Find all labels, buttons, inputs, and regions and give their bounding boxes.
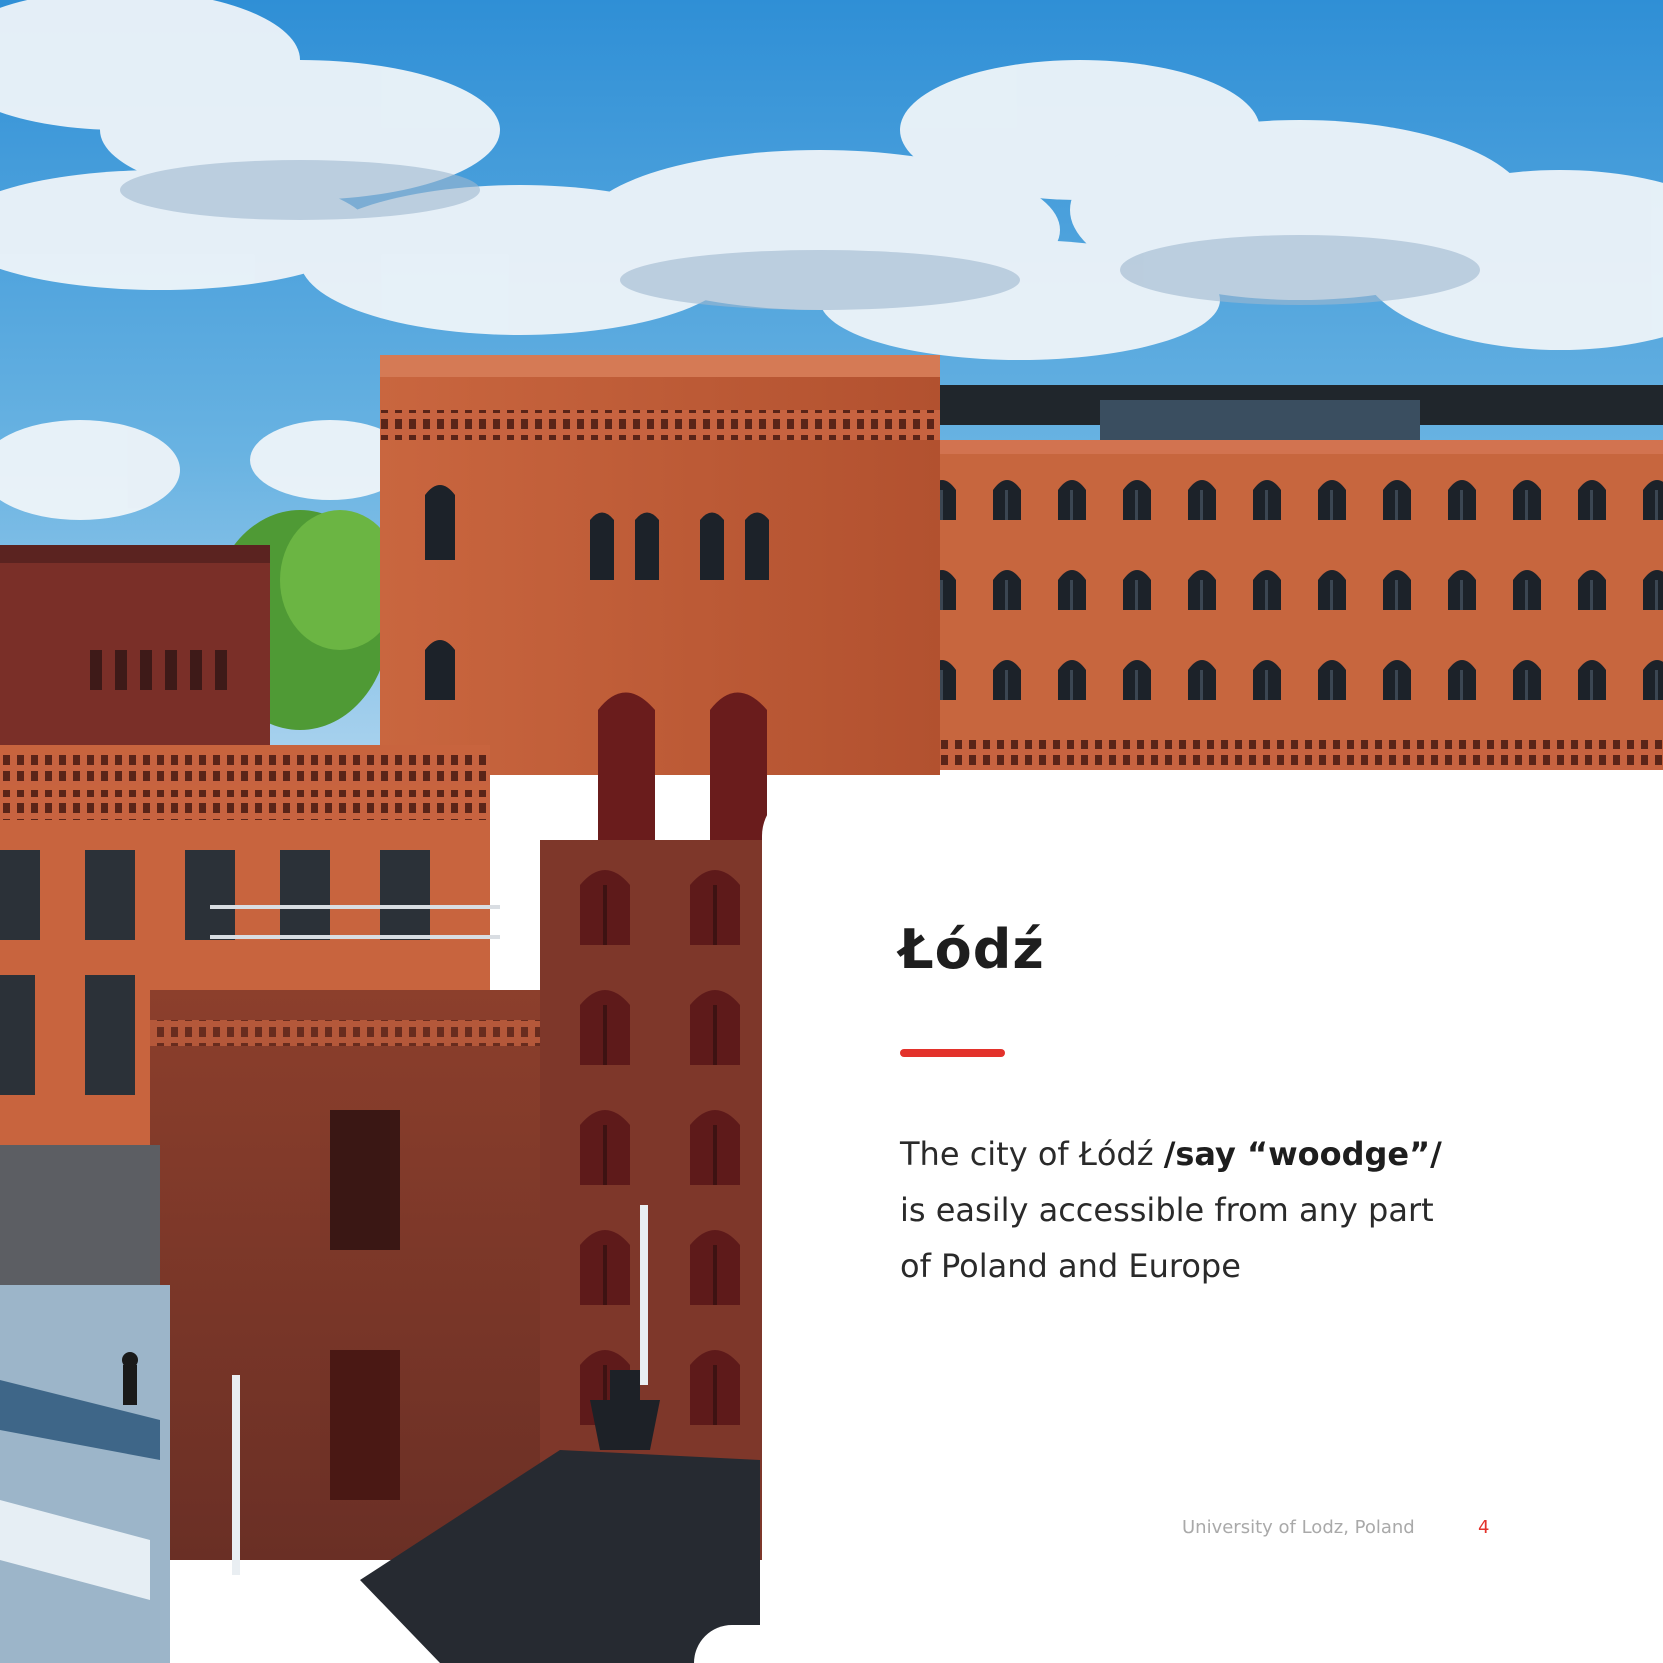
pronunciation-guide: /say “woodge”/ [1163,1135,1442,1173]
footer-organization: University of Lodz, Poland [1182,1517,1415,1538]
page-number: 4 [1478,1517,1490,1538]
title-underline [900,1049,1005,1057]
intro-line3-text: of Poland and Europe [900,1247,1241,1285]
intro-line2-text: is easily accessible from any part [900,1191,1434,1229]
intro-line1-text: The city of Łódź [900,1135,1164,1173]
brochure-page: Łódź The city of Łódź /say “woodge”/ is … [0,0,1663,1663]
page-title: Łódź [899,918,1045,981]
intro-paragraph: The city of Łódź /say “woodge”/ is easil… [900,1126,1520,1294]
